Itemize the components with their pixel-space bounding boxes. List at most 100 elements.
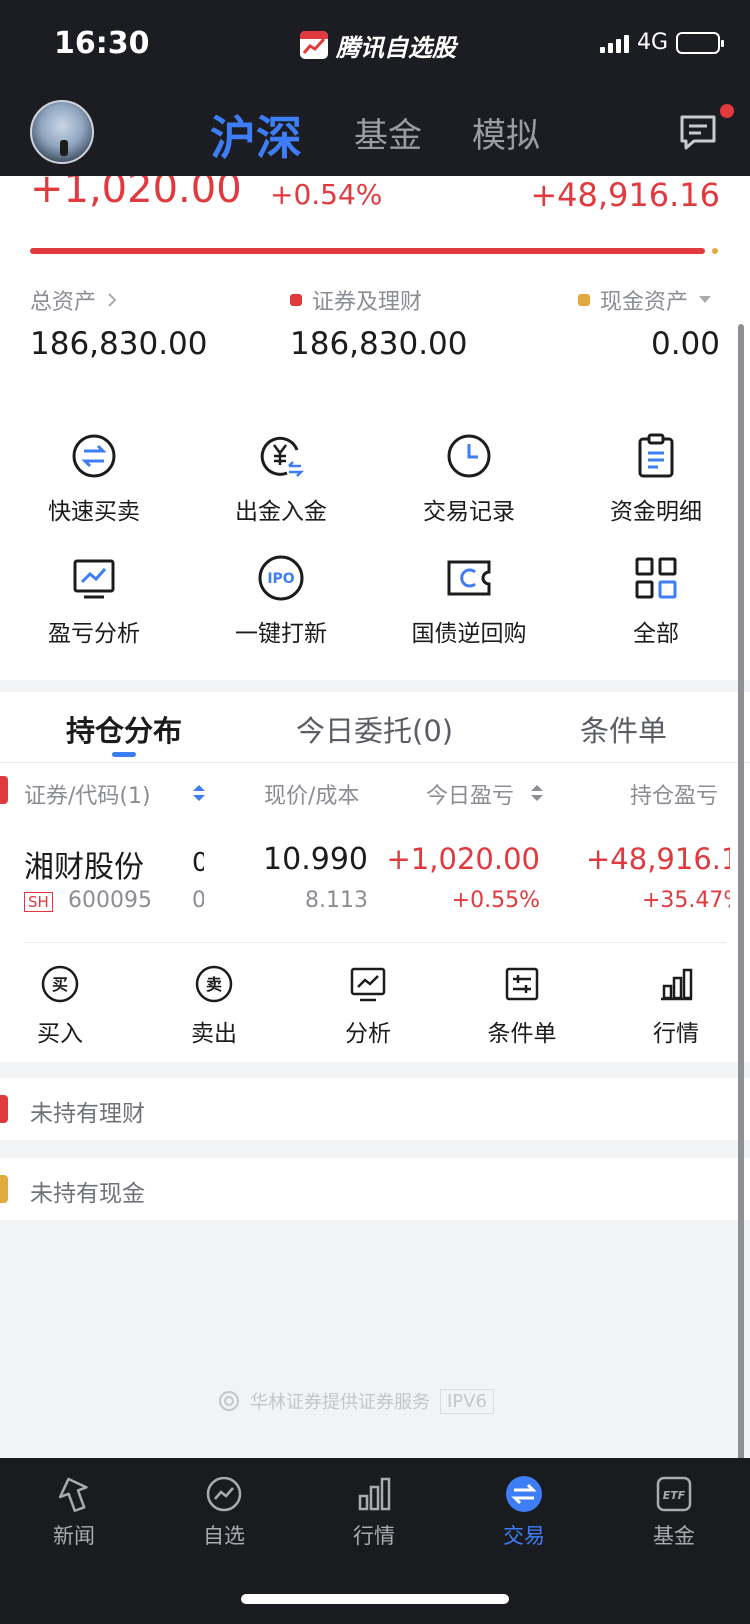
action-label: 条件单 — [487, 1021, 557, 1047]
app-logo-icon — [300, 31, 328, 59]
action-label: 卖出 — [191, 1021, 237, 1047]
sell-button[interactable]: 卖 卖出 — [154, 964, 274, 1048]
quick-action-label: 资金明细 — [610, 499, 702, 525]
status-time: 16:30 — [54, 26, 150, 61]
quick-action-transfer[interactable]: 出金入金 — [187, 432, 375, 526]
wealth-section[interactable]: 未持有理财 — [0, 1078, 750, 1140]
scrollbar[interactable] — [738, 324, 744, 1460]
holdings-panel: 持仓分布 今日委托(0) 条件单 证券/代码(1) 现价/成本 今日盈亏 持仓盈… — [0, 692, 750, 1062]
row-today-pl: +1,020.00 — [386, 842, 540, 876]
grid-icon — [635, 557, 677, 599]
total-assets-label: 总资产 — [30, 290, 97, 315]
tab-label: 新闻 — [53, 1524, 95, 1548]
tab-fund[interactable]: 基金 — [354, 108, 422, 157]
clipped-quantity: 0 — [192, 848, 204, 878]
wealth-side-marker — [0, 1095, 8, 1123]
tab-label: 行情 — [353, 1524, 395, 1548]
buy-icon: 买 — [41, 965, 79, 1003]
asset-progress-cash — [712, 248, 718, 254]
tab-today-orders[interactable]: 今日委托(0) — [296, 708, 453, 750]
tab-label: 自选 — [203, 1524, 245, 1548]
col-security-code[interactable]: 证券/代码(1) — [24, 778, 151, 810]
analysis-icon — [350, 967, 386, 1002]
svg-text:IPO: IPO — [267, 571, 294, 587]
signal-icon — [599, 33, 629, 53]
caret-down-icon — [699, 296, 712, 303]
status-indicators: 4G — [599, 30, 724, 55]
analysis-button[interactable]: 分析 — [308, 964, 428, 1048]
clipped-available: 0 — [192, 888, 204, 913]
position-pl: +48,916.16 — [530, 176, 720, 214]
quick-action-ipo[interactable]: IPO 一键打新 — [187, 554, 375, 648]
quick-action-repo[interactable]: 国债逆回购 — [375, 554, 563, 648]
bottom-tab-news[interactable]: 新闻 — [14, 1474, 134, 1550]
svg-text:买: 买 — [52, 975, 68, 994]
sort-icon[interactable] — [530, 784, 544, 802]
bottom-tab-watchlist[interactable]: 自选 — [164, 1474, 284, 1550]
cash-color-swatch — [578, 294, 590, 306]
divider — [0, 762, 750, 763]
market-bars-icon — [358, 1477, 391, 1511]
total-assets-link[interactable]: 总资产 — [30, 284, 118, 316]
securities-side-marker — [0, 776, 8, 804]
action-label: 买入 — [37, 1021, 83, 1047]
securities-legend: 证券及理财 — [290, 284, 422, 316]
row-position-pl-pct: +35.47% — [642, 888, 730, 913]
row-position-pl: +48,916.16 — [586, 842, 730, 876]
cash-dropdown[interactable]: 现金资产 — [578, 284, 712, 316]
app-header: 16:30 腾讯自选股 4G 沪深 基金 模拟 — [0, 0, 750, 176]
row-today-pl-pct: +0.55% — [451, 888, 540, 913]
active-tab-indicator — [112, 752, 136, 757]
sort-icon[interactable] — [192, 784, 206, 802]
quick-action-label: 交易记录 — [423, 499, 515, 525]
cash-side-marker — [0, 1175, 8, 1203]
tab-simulation[interactable]: 模拟 — [472, 108, 540, 157]
bottom-tab-fund[interactable]: ETF 基金 — [614, 1474, 734, 1550]
quick-action-pl-analysis[interactable]: 盈亏分析 — [0, 554, 188, 648]
bottom-tab-market[interactable]: 行情 — [314, 1474, 434, 1550]
col-today-pl[interactable]: 今日盈亏 — [426, 778, 514, 810]
security-name: 湘财股份 — [24, 850, 144, 885]
trade-icon — [506, 1476, 542, 1512]
buy-button[interactable]: 买 买入 — [0, 964, 120, 1048]
cost-price: 8.113 — [305, 888, 368, 913]
col-price-cost: 现价/成本 — [264, 784, 360, 809]
broker-logo-icon — [219, 1391, 239, 1411]
broker-note-text: 华林证券提供证券服务 — [250, 1392, 430, 1413]
tab-conditional-orders[interactable]: 条件单 — [580, 708, 667, 750]
current-price: 10.990 — [263, 842, 368, 877]
quick-action-records[interactable]: 交易记录 — [375, 432, 563, 526]
status-app-indicator[interactable]: 腾讯自选股 — [300, 30, 456, 62]
tab-positions[interactable]: 持仓分布 — [66, 708, 182, 750]
col-position-pl: 持仓盈亏 — [630, 784, 719, 809]
ticket-refresh-icon — [447, 560, 491, 596]
svg-text:ETF: ETF — [663, 1489, 686, 1502]
asset-summary-card: +1,020.00 +0.54% +48,916.16 总资产 证券及理财 现金… — [0, 176, 750, 398]
clock-icon — [447, 434, 491, 478]
notification-badge — [720, 104, 734, 118]
watchlist-icon — [206, 1476, 242, 1512]
securities-color-swatch — [290, 294, 302, 306]
ipo-icon: IPO — [258, 555, 304, 601]
bottom-tab-trade[interactable]: 交易 — [464, 1474, 584, 1550]
cash-value: 0.00 — [650, 326, 720, 362]
quick-action-fast-trade[interactable]: 快速买卖 — [0, 432, 188, 526]
condition-order-button[interactable]: 条件单 — [462, 964, 582, 1048]
home-indicator[interactable] — [241, 1594, 509, 1604]
tab-hushen[interactable]: 沪深 — [210, 102, 302, 168]
avatar[interactable] — [30, 100, 94, 164]
cash-empty-text: 未持有现金 — [30, 1181, 145, 1207]
cash-section[interactable]: 未持有现金 — [0, 1158, 750, 1220]
market-button[interactable]: 行情 — [616, 964, 736, 1048]
tab-label: 交易 — [503, 1524, 545, 1548]
market-icon — [661, 968, 693, 1001]
broker-note: 华林证券提供证券服务 IPV6 — [218, 1388, 494, 1414]
message-icon[interactable] — [678, 114, 718, 152]
etf-icon: ETF — [656, 1476, 692, 1512]
divider — [24, 942, 726, 943]
position-pl-clip: +48,916.16 +35.47% — [560, 842, 730, 922]
quick-action-fund-details[interactable]: 资金明细 — [562, 432, 750, 526]
quick-action-all[interactable]: 全部 — [562, 554, 750, 648]
swap-icon — [72, 434, 116, 478]
asset-progress-bar — [30, 248, 705, 254]
